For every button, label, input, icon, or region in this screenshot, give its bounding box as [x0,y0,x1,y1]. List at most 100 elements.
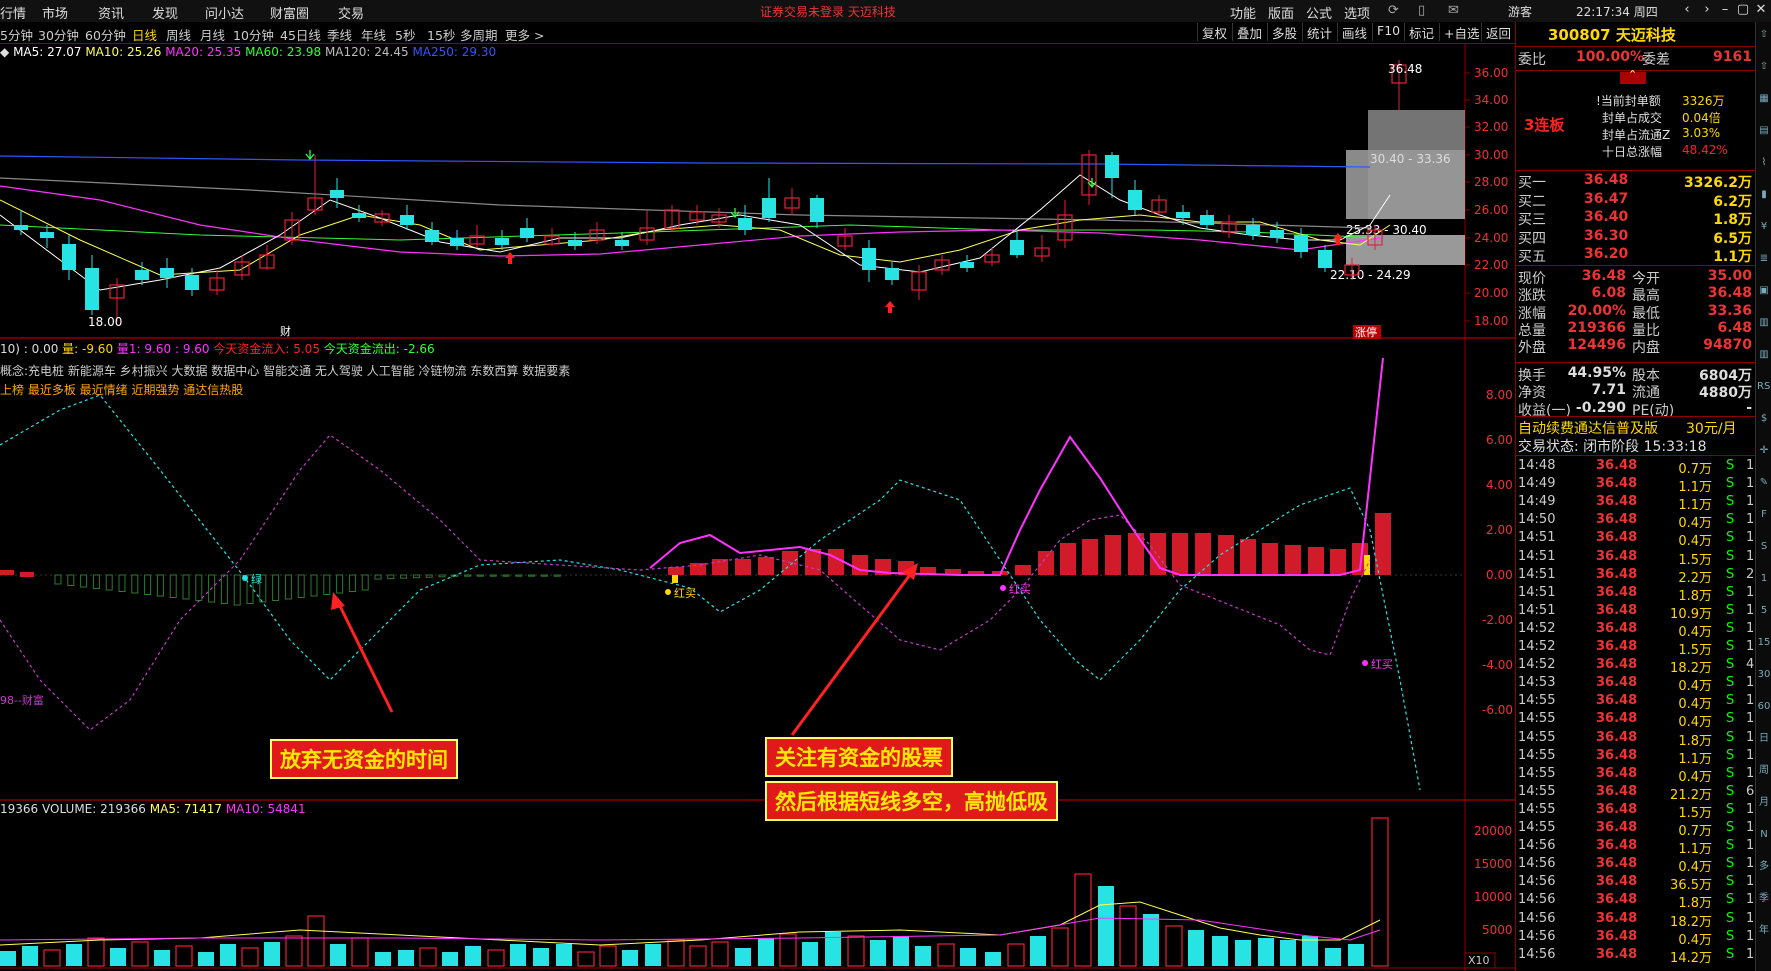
chart-icon[interactable]: ⌇ [1757,156,1771,170]
tick-time: 14:51 [1518,602,1556,618]
tick-side: S [1726,548,1735,564]
tick-count: 1 [1746,856,1755,872]
volume-bar [1098,886,1114,966]
close-icon[interactable]: ✕ [1751,2,1771,20]
tick-time: 14:48 [1518,458,1556,473]
candle-body [1246,225,1260,235]
day-icon[interactable]: 日 [1757,732,1771,746]
tick-volume: 1.8万 [1678,896,1712,912]
volume-bar [1030,936,1046,966]
candle-body [450,238,464,246]
bars-icon[interactable]: ▥ [1757,348,1771,362]
candle-body [1294,235,1308,252]
volume-bar [802,942,818,966]
quote-row: 现价 36.48 今开 35.00 [1516,268,1756,287]
bid-row[interactable]: 买四 36.30 6.5万 [1516,228,1756,247]
candle-body [400,215,414,225]
fengdan-label: 封单占成交 [1602,111,1663,125]
f-icon[interactable]: F [1757,508,1771,522]
bars-icon[interactable]: ▥ [1757,316,1771,330]
volume-bar [870,940,886,966]
promo-price[interactable]: 30元/月 [1686,418,1737,438]
price-tick: 34.00 [1474,93,1508,107]
bid-row[interactable]: 买二 36.47 6.2万 [1516,191,1756,210]
bid-row[interactable]: 买五 36.20 1.1万 [1516,246,1756,265]
list-icon[interactable]: ≣ [1757,252,1771,266]
hongmai1-marker [665,589,671,595]
up-arrow-icon[interactable]: ⇧ [1757,28,1771,42]
promo-text[interactable]: 自动续费通达信普及版 [1518,418,1658,438]
tick-volume: 0.4万 [1678,516,1712,532]
year-icon[interactable]: 年 [1757,924,1771,938]
fund-icon[interactable]: ¥ [1757,220,1771,234]
tick-side: S [1726,874,1735,890]
volume-bar [711,941,729,967]
up-arrow-icon[interactable]: ⇧ [1757,60,1771,74]
kline-chart[interactable]: 36.00 34.00 32.00 30.00 28.00 26.00 24.0… [0,0,1515,971]
tick-volume: 1.1万 [1678,480,1712,496]
tick-count: 6 [1746,783,1755,799]
back-icon[interactable]: ‹ [1677,2,1697,20]
tick-row: 14:56 36.48 0.4万 S 1 [1516,856,1756,875]
cross-icon[interactable]: ✛ [1757,444,1771,458]
volume-bar [622,950,638,966]
bid-row[interactable]: 买一 36.48 3326.2万 [1516,172,1756,191]
tick-price: 36.48 [1596,620,1638,636]
season-icon[interactable]: 季 [1757,892,1771,906]
bid-row[interactable]: 买三 36.40 1.8万 [1516,209,1756,228]
tick-side: S [1726,476,1735,492]
tick-side: S [1726,693,1735,709]
forward-icon[interactable]: › [1697,2,1717,20]
table-icon[interactable]: ▤ [1757,124,1771,138]
collapse-button[interactable]: ⌃ [1620,68,1646,84]
n-icon[interactable]: N [1757,828,1771,842]
status-row: 交易状态: 闭市阶段 15:33:18 [1516,436,1756,455]
multi-icon[interactable]: 多 [1757,860,1771,874]
tick-time: 14:52 [1518,620,1556,636]
s-icon[interactable]: S [1757,540,1771,554]
minimize-icon[interactable]: – [1715,2,1735,20]
tick-volume: 0.4万 [1678,624,1712,640]
sixty-icon[interactable]: 60 [1757,700,1771,714]
green-flow-bar [412,574,420,579]
green-flow-bar [348,574,356,592]
volume-bar [510,944,526,966]
tick-count: 1 [1746,928,1755,944]
thirty-icon[interactable]: 30 [1757,668,1771,682]
red-flow-bar [1330,549,1346,575]
volume-bar [465,946,481,966]
volume-bar [556,944,572,966]
one-icon[interactable]: 1 [1757,572,1771,586]
hongmai3-label: 红买 [1371,658,1393,671]
volume-bar [937,943,955,967]
red-flow-bar [1195,533,1211,575]
zhangting-label: 涨停 [1355,325,1377,339]
dollar-icon[interactable]: $ [1757,412,1771,426]
vol-ma5-label: MA5: 71417 [149,802,222,816]
maximize-icon[interactable]: ▢ [1733,2,1753,20]
candle-body [615,240,629,246]
tick-row: 14:55 36.48 0.4万 S 1 [1516,711,1756,730]
liang1-label: 量1: 9.60 [116,342,172,356]
grid-icon[interactable]: ▦ [1757,92,1771,106]
tick-count: 1 [1746,530,1755,546]
pen-icon[interactable]: ✎ [1757,476,1771,490]
bid-label: 买四 [1518,230,1546,247]
tick-price: 36.48 [1596,548,1638,564]
tick-price: 36.48 [1596,602,1638,618]
f10-icon[interactable]: ▣ [1757,284,1771,298]
candle-body [520,228,534,238]
five-icon[interactable]: 5 [1757,604,1771,618]
candle-body [14,225,28,230]
quote-value: 124496 [1567,337,1626,354]
month-icon[interactable]: 月 [1757,796,1771,810]
week-icon[interactable]: 周 [1757,764,1771,778]
volume-unit: X10 [1468,954,1490,967]
rsi-icon[interactable]: RSI [1757,380,1771,394]
fifteen-icon[interactable]: 15 [1757,636,1771,650]
red-flow-bar [1262,543,1278,575]
red-flow-bar [1105,535,1121,575]
candle-icon[interactable]: ▮ [1757,188,1771,202]
volume-bar [1188,930,1204,966]
promo-row[interactable]: 自动续费通达信普及版 30元/月 [1516,418,1756,437]
